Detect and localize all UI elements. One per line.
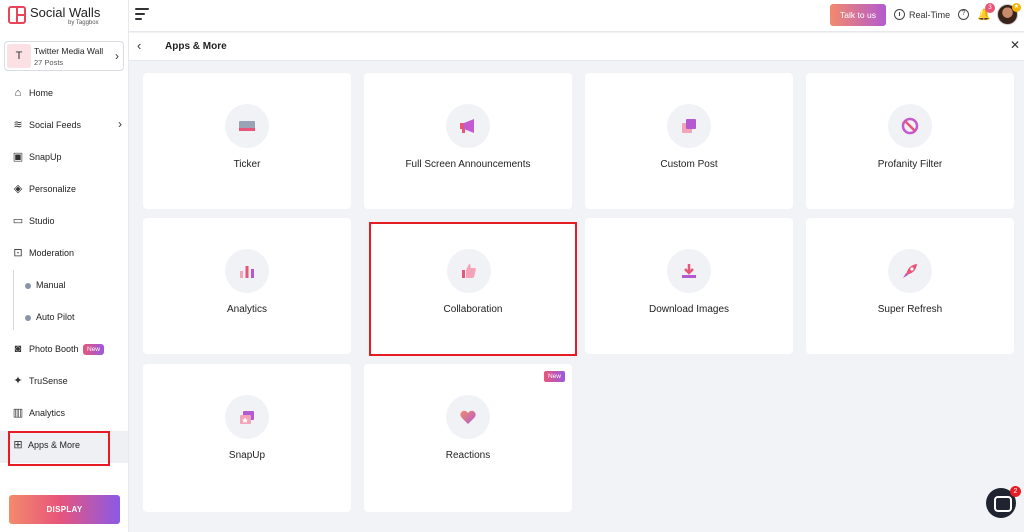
app-card-title: Super Refresh [877, 304, 943, 315]
chevron-right-icon: › [118, 117, 122, 131]
app-icon-circle [446, 395, 490, 439]
page-title: Apps & More [165, 41, 227, 52]
chat-unread-badge: 2 [1010, 486, 1021, 497]
sidebar-item-home[interactable]: ⌂ Home [0, 79, 128, 109]
sidebar-item-manual[interactable]: Manual [0, 271, 128, 301]
back-arrow-icon[interactable]: ‹ [137, 38, 141, 53]
sidebar-item-label: Analytics [29, 408, 66, 418]
app-card-snapup[interactable]: SnapUp [143, 364, 351, 512]
app-icon-circle [667, 104, 711, 148]
app-card-title: Full Screen Announcements [405, 159, 531, 170]
app-card-download-images[interactable]: Download Images [585, 218, 793, 354]
sidebar-item-personalize[interactable]: ◈ Personalize [0, 175, 128, 205]
app-card-title: Profanity Filter [877, 159, 943, 170]
sidebar-item-social-feeds[interactable]: ≋ Social Feeds › [0, 111, 128, 141]
highlight-box [369, 222, 577, 356]
chevron-right-icon: › [115, 49, 119, 63]
menu-toggle-icon[interactable] [135, 8, 149, 20]
bullet-icon [25, 283, 31, 289]
layers-icon: ≋ [13, 119, 23, 131]
sidebar-item-label: Photo Booth [29, 344, 79, 354]
sidebar-item-studio[interactable]: ▭ Studio [0, 207, 128, 237]
wall-title: Twitter Media Wall [34, 46, 104, 56]
snapup-icon [240, 411, 254, 424]
new-badge: New [83, 344, 105, 355]
bar-chart-icon: ▥ [12, 407, 24, 419]
rocket-icon [903, 264, 917, 278]
talk-to-us-button[interactable]: Talk to us [830, 4, 886, 26]
app-card-reactions[interactable]: New Reactions [364, 364, 572, 512]
megaphone-icon [460, 119, 474, 133]
app-icon-circle [888, 249, 932, 293]
sidebar-item-label: Auto Pilot [36, 312, 75, 322]
app-card-title: Ticker [233, 159, 261, 170]
new-badge: New [543, 371, 565, 382]
app-card-title: Download Images [648, 304, 730, 315]
ticker-icon [239, 121, 255, 131]
app-card-title: SnapUp [228, 450, 266, 461]
sidebar-item-label: Home [29, 88, 54, 98]
app-card-custom-post[interactable]: Custom Post [585, 73, 793, 209]
sparkle-icon: ✦ [13, 375, 23, 387]
app-card-super-refresh[interactable]: Super Refresh [806, 218, 1014, 354]
bar-chart-icon [240, 266, 254, 278]
realtime-label[interactable]: Real-Time [909, 10, 950, 20]
paint-bucket-icon: ◈ [13, 183, 23, 195]
app-card-ticker[interactable]: Ticker [143, 73, 351, 209]
sidebar-item-analytics[interactable]: ▥ Analytics [0, 399, 128, 429]
sidebar-item-label: Social Feeds [29, 120, 82, 130]
photo-booth-icon: ◙ [14, 343, 22, 355]
profanity-filter-icon [901, 117, 919, 135]
clock-icon[interactable] [894, 9, 905, 20]
app-icon-circle [888, 104, 932, 148]
download-icon [682, 264, 696, 278]
bullet-icon [25, 315, 31, 321]
app-card-full-screen-announcements[interactable]: Full Screen Announcements [364, 73, 572, 209]
brand-name: Social Walls [30, 5, 101, 20]
star-icon: ★ [1012, 3, 1021, 12]
app-card-title: Analytics [226, 304, 267, 315]
notification-count-badge: 3 [985, 3, 995, 13]
app-icon-circle [225, 249, 269, 293]
sidebar-item-label: Moderation [29, 248, 75, 258]
snapup-icon: ▣ [12, 151, 24, 163]
sidebar-item-label: Personalize [29, 184, 77, 194]
brand-subtitle: by Taggbox [68, 20, 99, 26]
app-icon-circle [225, 395, 269, 439]
help-icon[interactable]: ? [958, 9, 969, 20]
monitor-icon: ▭ [12, 215, 24, 227]
moderation-icon: ⊡ [13, 247, 23, 259]
top-bar: Talk to us Real-Time ? 🔔 3 ★ [129, 0, 1024, 32]
sidebar-item-label: SnapUp [29, 152, 62, 162]
app-icon-circle [225, 104, 269, 148]
sidebar: Social Walls by Taggbox T Twitter Media … [0, 0, 129, 532]
app-icon-circle [446, 104, 490, 148]
highlight-box [8, 431, 110, 466]
social-walls-logo-icon [8, 6, 26, 24]
wall-post-count: 27 Posts [34, 58, 64, 67]
app-card-title: Reactions [445, 450, 491, 461]
page-header: ‹ Apps & More ✕ [129, 33, 1024, 61]
sidebar-item-label: TruSense [29, 376, 68, 386]
home-icon: ⌂ [14, 87, 22, 99]
sidebar-item-auto-pilot[interactable]: Auto Pilot [0, 303, 128, 333]
app-card-title: Custom Post [660, 159, 718, 170]
sidebar-item-moderation[interactable]: ⊡ Moderation [0, 239, 128, 269]
display-button[interactable]: DISPLAY [9, 495, 120, 524]
close-icon[interactable]: ✕ [1010, 38, 1020, 52]
wall-avatar: T [7, 44, 31, 68]
app-card-analytics[interactable]: Analytics [143, 218, 351, 354]
app-icon-circle [667, 249, 711, 293]
wall-selector[interactable]: T Twitter Media Wall 27 Posts › [4, 41, 124, 71]
sidebar-item-photo-booth[interactable]: ◙ Photo Booth New [0, 335, 128, 365]
sidebar-item-label: Studio [29, 216, 55, 226]
brand-logo[interactable]: Social Walls by Taggbox [8, 4, 128, 28]
custom-post-icon [682, 119, 696, 133]
sidebar-item-snapup[interactable]: ▣ SnapUp [0, 143, 128, 173]
sidebar-item-label: Manual [36, 280, 66, 290]
app-card-profanity-filter[interactable]: Profanity Filter [806, 73, 1014, 209]
sidebar-item-trusense[interactable]: ✦ TruSense [0, 367, 128, 397]
heart-icon [460, 410, 476, 424]
